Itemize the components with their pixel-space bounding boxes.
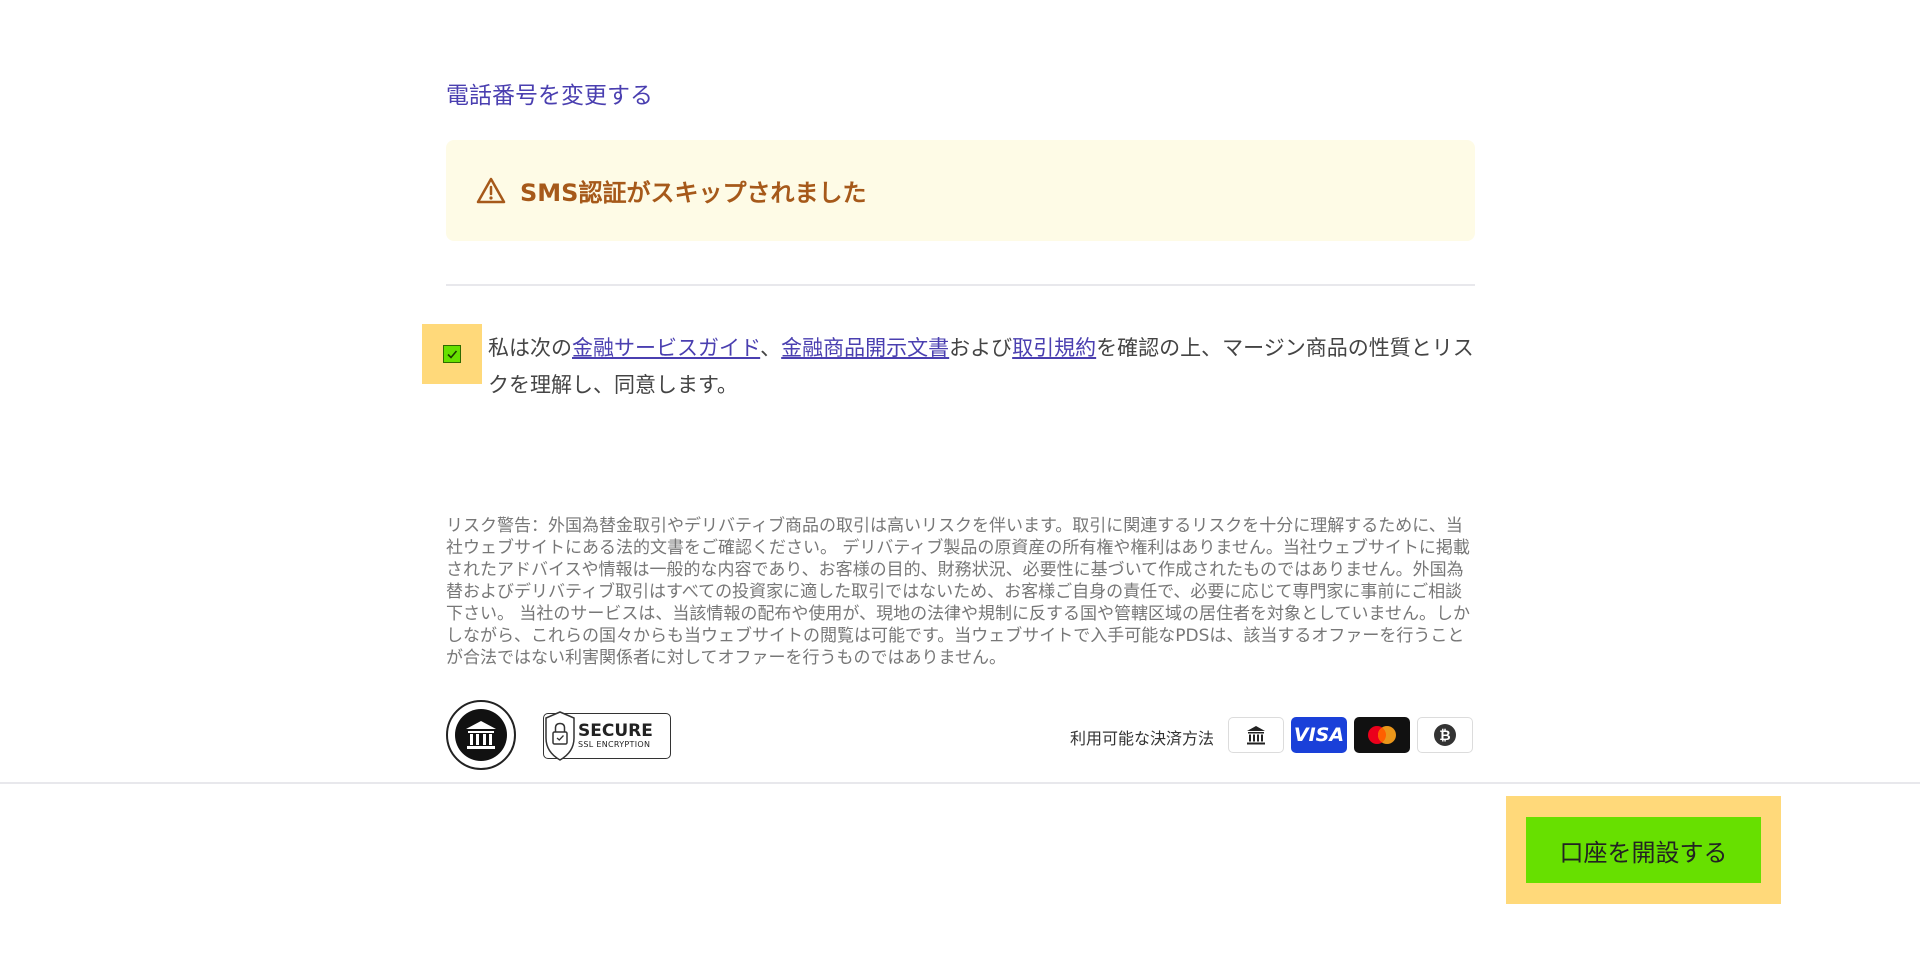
divider — [446, 284, 1475, 286]
checkmark-icon — [447, 350, 458, 359]
bitcoin-icon: ₿ — [1417, 717, 1473, 753]
svg-text:₿: ₿ — [1439, 728, 1450, 744]
financial-services-guide-link[interactable]: 金融サービスガイド — [572, 336, 760, 360]
open-account-button[interactable]: 口座を開設する — [1526, 817, 1761, 883]
checkbox-box — [443, 345, 461, 363]
mastercard-icon — [1354, 717, 1410, 753]
open-account-button-wrap: 口座を開設する — [1506, 796, 1781, 904]
warning-icon — [476, 176, 506, 206]
financial-commission-seal — [446, 700, 516, 770]
ssl-subtitle: SSL ENCRYPTION — [578, 739, 651, 749]
trading-terms-link[interactable]: 取引規約 — [1012, 336, 1096, 360]
consent-prefix: 私は次の — [488, 336, 572, 360]
lock-shield-icon — [545, 711, 575, 761]
ssl-title: SECURE — [578, 720, 653, 741]
payment-methods-label: 利用可能な決済方法 — [1070, 729, 1215, 748]
alert-text: SMS認証がスキップされました — [520, 179, 867, 207]
visa-icon: VISA — [1291, 717, 1347, 753]
bank-icon — [1228, 717, 1284, 753]
consent-sep2: および — [949, 336, 1013, 360]
courthouse-icon — [466, 721, 496, 749]
risk-warning: リスク警告：外国為替金取引やデリバティブ商品の取引は高いリスクを伴います。取引に… — [446, 516, 1471, 668]
consent-text: 私は次の金融サービスガイド、金融商品開示文書および取引規約を確認の上、マージン商… — [488, 330, 1478, 404]
sms-skipped-alert: SMS認証がスキップされました — [446, 140, 1475, 241]
change-phone-link[interactable]: 電話番号を変更する — [446, 76, 653, 110]
product-disclosure-link[interactable]: 金融商品開示文書 — [781, 336, 949, 360]
ssl-badge: SECURE SSL ENCRYPTION — [543, 711, 671, 761]
consent-checkbox[interactable] — [422, 324, 482, 384]
consent-sep1: 、 — [760, 336, 782, 360]
